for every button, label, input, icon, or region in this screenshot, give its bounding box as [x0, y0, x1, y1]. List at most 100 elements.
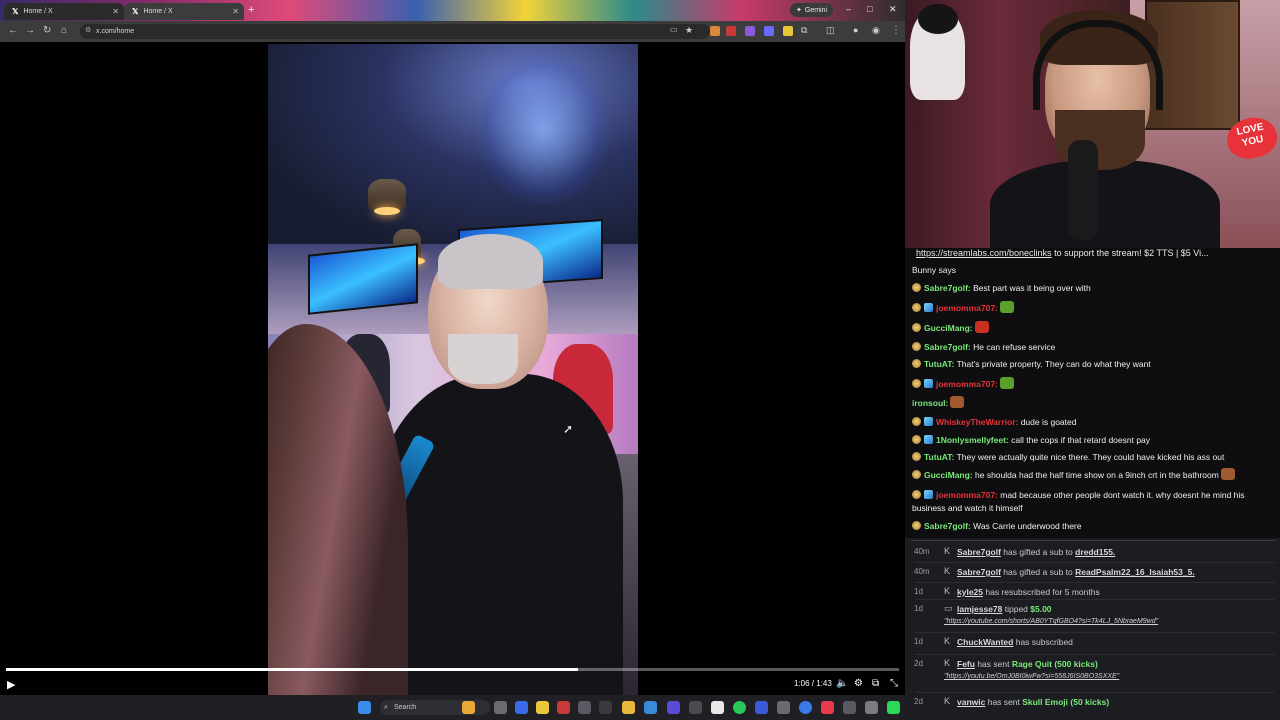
- minimize-button[interactable]: –: [846, 4, 851, 14]
- close-tab-icon[interactable]: ✕: [232, 7, 239, 16]
- chat-text: call the cops if that retard doesnt pay: [1008, 435, 1151, 445]
- app-icon[interactable]: [777, 701, 790, 714]
- chat-username[interactable]: Sabre7golf:: [924, 342, 971, 352]
- event-message-link[interactable]: "https://youtube.com/shorts/AB0YTqfGBO4?…: [944, 618, 1158, 625]
- video-viewport[interactable]: ➚: [0, 42, 905, 695]
- chat-username[interactable]: ironsoul:: [912, 398, 948, 408]
- account-avatar-icon[interactable]: ◉: [872, 25, 880, 36]
- app-icon[interactable]: [667, 701, 680, 714]
- kick-icon: K: [944, 636, 951, 646]
- forward-arrow-icon[interactable]: →: [25, 25, 35, 36]
- chat-username[interactable]: Sabre7golf:: [924, 283, 971, 293]
- settings-gear-icon[interactable]: ⚙: [854, 678, 863, 689]
- home-icon[interactable]: ⌂: [61, 25, 67, 36]
- kick-icon: K: [944, 658, 951, 668]
- volume-icon[interactable]: 🔈: [836, 678, 848, 689]
- tab-home-x-2[interactable]: 𝕏 Home / X ✕: [124, 3, 244, 20]
- chat-emote-icon: [950, 396, 965, 408]
- tab-title: Home / X: [143, 8, 173, 15]
- back-arrow-icon[interactable]: ←: [8, 25, 18, 36]
- cast-icon[interactable]: ▭: [670, 25, 678, 34]
- close-tab-icon[interactable]: ✕: [112, 7, 119, 16]
- gold-badge-icon: [912, 521, 921, 530]
- app-icon[interactable]: [821, 701, 834, 714]
- event-separator: [915, 692, 1275, 693]
- gold-badge-icon: [912, 303, 921, 312]
- address-bar[interactable]: ⚙ x.com/home: [80, 24, 710, 39]
- chrome-icon[interactable]: [536, 701, 549, 714]
- widget-icon[interactable]: [462, 701, 475, 714]
- file-explorer-icon[interactable]: [622, 701, 635, 714]
- windows-start-icon[interactable]: [358, 701, 371, 714]
- gemini-label: Gemini: [804, 6, 828, 14]
- app-icon[interactable]: [689, 701, 702, 714]
- app-icon[interactable]: [711, 701, 724, 714]
- chat-username[interactable]: WhiskeyTheWarrior:: [936, 417, 1018, 427]
- extensions-puzzle-icon[interactable]: ⧉: [801, 25, 807, 36]
- app-icon[interactable]: [578, 701, 591, 714]
- chat-username[interactable]: GucciMang:: [924, 323, 973, 333]
- chat-username[interactable]: TutuAT:: [924, 359, 954, 369]
- app-icon[interactable]: [755, 701, 768, 714]
- chat-text: He can refuse service: [970, 342, 1056, 352]
- video-man-body: [373, 374, 623, 695]
- event-separator: [915, 599, 1275, 600]
- app-icon[interactable]: [515, 701, 528, 714]
- extension-icon[interactable]: [764, 26, 774, 36]
- chat-emote-icon: [999, 301, 1014, 313]
- fullscreen-exit-icon[interactable]: ⤡: [890, 678, 898, 689]
- chat-username[interactable]: joemomma707:: [936, 303, 998, 313]
- streamlabs-link[interactable]: https://streamlabs.com/boneclinks: [916, 248, 1052, 258]
- extension-icon[interactable]: [745, 26, 755, 36]
- chat-username[interactable]: GucciMang:: [924, 470, 973, 480]
- app-icon[interactable]: [799, 701, 812, 714]
- reload-icon[interactable]: ↻: [43, 25, 51, 36]
- taskbar-search-placeholder: Search: [394, 704, 417, 711]
- tab-home-x-1[interactable]: 𝕏 Home / X ✕: [4, 3, 124, 20]
- profile-icon[interactable]: ●: [853, 25, 858, 35]
- side-panel-icon[interactable]: ◫: [826, 25, 835, 36]
- chat-username[interactable]: 1Nonlysmellyfeet:: [936, 435, 1009, 445]
- extension-icon[interactable]: [710, 26, 720, 36]
- gold-badge-icon: [912, 470, 921, 479]
- subscriber-badge-icon: [924, 435, 933, 444]
- extension-icon[interactable]: [783, 26, 793, 36]
- event-message-link[interactable]: "https://youtu.be/OmJ0BI0iwFw?si=558J6IS…: [944, 673, 1119, 680]
- video-progress-bar[interactable]: [6, 668, 899, 671]
- app-icon[interactable]: [557, 701, 570, 714]
- event-separator: [915, 632, 1275, 633]
- video-frame[interactable]: [268, 44, 638, 695]
- gemini-button[interactable]: ✦ Gemini: [790, 3, 834, 17]
- kick-icon[interactable]: [887, 701, 900, 714]
- event-username[interactable]: kyle25: [957, 587, 983, 597]
- bookmark-star-icon[interactable]: ★: [685, 25, 693, 36]
- event-target-user[interactable]: ReadPsalm22_16_Isaiah53_5.: [1075, 567, 1195, 577]
- chat-username[interactable]: Sabre7golf:: [924, 521, 971, 531]
- pip-icon[interactable]: ⧉: [872, 678, 879, 689]
- chat-username[interactable]: joemomma707:: [936, 379, 998, 389]
- site-info-icon[interactable]: ⚙: [85, 26, 91, 34]
- event-username[interactable]: vanwic: [957, 697, 985, 707]
- spotify-icon[interactable]: [733, 701, 746, 714]
- maximize-button[interactable]: □: [867, 4, 872, 14]
- event-username[interactable]: Sabre7golf: [957, 547, 1001, 557]
- app-icon[interactable]: [843, 701, 856, 714]
- more-menu-icon[interactable]: ⋮: [891, 25, 901, 36]
- event-username[interactable]: Iamjesse78: [957, 604, 1002, 614]
- app-icon[interactable]: [644, 701, 657, 714]
- event-target-user[interactable]: dredd155.: [1075, 547, 1115, 557]
- extension-icon[interactable]: [726, 26, 736, 36]
- event-username[interactable]: Fefu: [957, 659, 975, 669]
- event-username[interactable]: Sabre7golf: [957, 567, 1001, 577]
- gold-badge-icon: [912, 379, 921, 388]
- task-view-icon[interactable]: [494, 701, 507, 714]
- chat-username[interactable]: joemomma707:: [936, 490, 998, 500]
- close-window-button[interactable]: ✕: [889, 4, 897, 15]
- url-text: x.com/home: [96, 28, 135, 35]
- event-username[interactable]: ChuckWanted: [957, 637, 1013, 647]
- play-icon[interactable]: ▶: [7, 678, 15, 691]
- new-tab-button[interactable]: +: [248, 4, 254, 16]
- app-icon[interactable]: [599, 701, 612, 714]
- chat-username[interactable]: TutuAT:: [924, 452, 954, 462]
- app-icon[interactable]: [865, 701, 878, 714]
